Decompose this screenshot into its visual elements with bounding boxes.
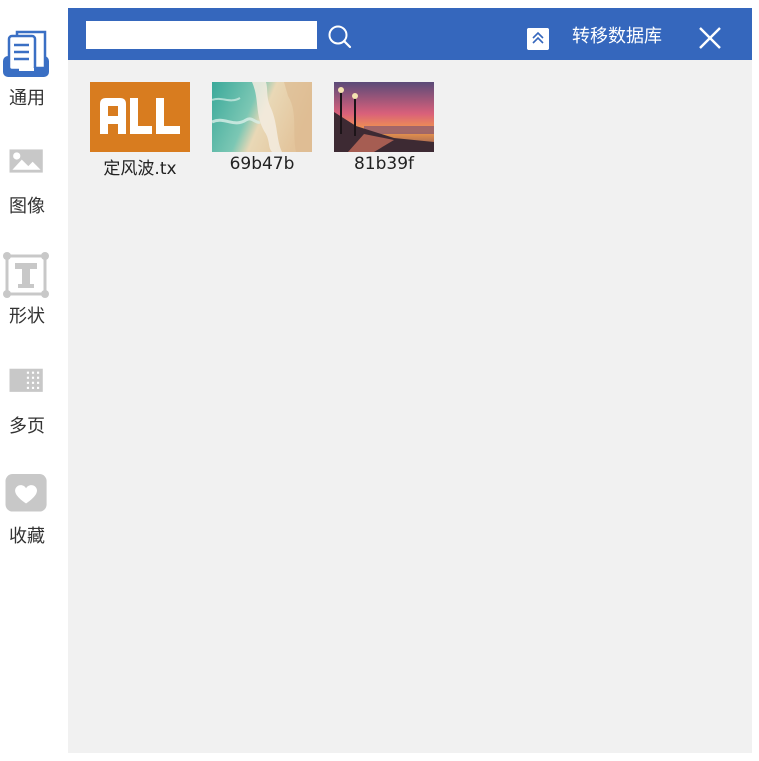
- sidebar-item-label: 通用: [9, 88, 45, 109]
- sidebar-item-label: 形状: [9, 306, 45, 327]
- sidebar-item-label: 收藏: [9, 526, 45, 547]
- sidebar-item-general[interactable]: 通用: [0, 30, 54, 110]
- sidebar-item-favorites[interactable]: 收藏: [0, 474, 54, 548]
- search-icon[interactable]: [327, 24, 353, 50]
- library-item[interactable]: 81b39f: [334, 82, 434, 174]
- close-icon[interactable]: [697, 25, 723, 51]
- image-icon: [9, 149, 43, 173]
- library-item[interactable]: 定风波.tx: [90, 82, 190, 179]
- sidebar: 通用 图像 形状 多页 收藏: [0, 0, 68, 761]
- app-window: 通用 图像 形状 多页 收藏 转移数据库 定风波.tx 69b47b 81b39…: [0, 0, 759, 761]
- sidebar-item-shape[interactable]: 形状: [0, 252, 54, 328]
- item-label: 定风波.tx: [103, 159, 177, 179]
- beach-aerial-thumbnail: [212, 82, 312, 152]
- item-label: 81b39f: [353, 154, 415, 174]
- text-shape-icon: [3, 252, 49, 298]
- document-icon: [3, 30, 49, 77]
- heart-icon: [5, 474, 47, 512]
- all-text-thumbnail: [90, 82, 190, 152]
- sunset-promenade-thumbnail: [334, 82, 434, 152]
- sidebar-item-label: 图像: [9, 196, 45, 217]
- sidebar-item-label: 多页: [9, 416, 45, 437]
- multipage-icon: [9, 368, 43, 392]
- sidebar-item-image[interactable]: 图像: [0, 148, 54, 220]
- transfer-database-button[interactable]: 转移数据库: [572, 25, 662, 49]
- library-item[interactable]: 69b47b: [212, 82, 312, 174]
- item-label: 69b47b: [229, 154, 295, 174]
- top-toolbar: 转移数据库: [68, 8, 752, 60]
- main-panel: 转移数据库 定风波.tx 69b47b 81b39f: [68, 8, 752, 753]
- collapse-up-icon[interactable]: [527, 28, 549, 50]
- sidebar-item-multipage[interactable]: 多页: [0, 368, 54, 438]
- search-input[interactable]: [86, 21, 317, 49]
